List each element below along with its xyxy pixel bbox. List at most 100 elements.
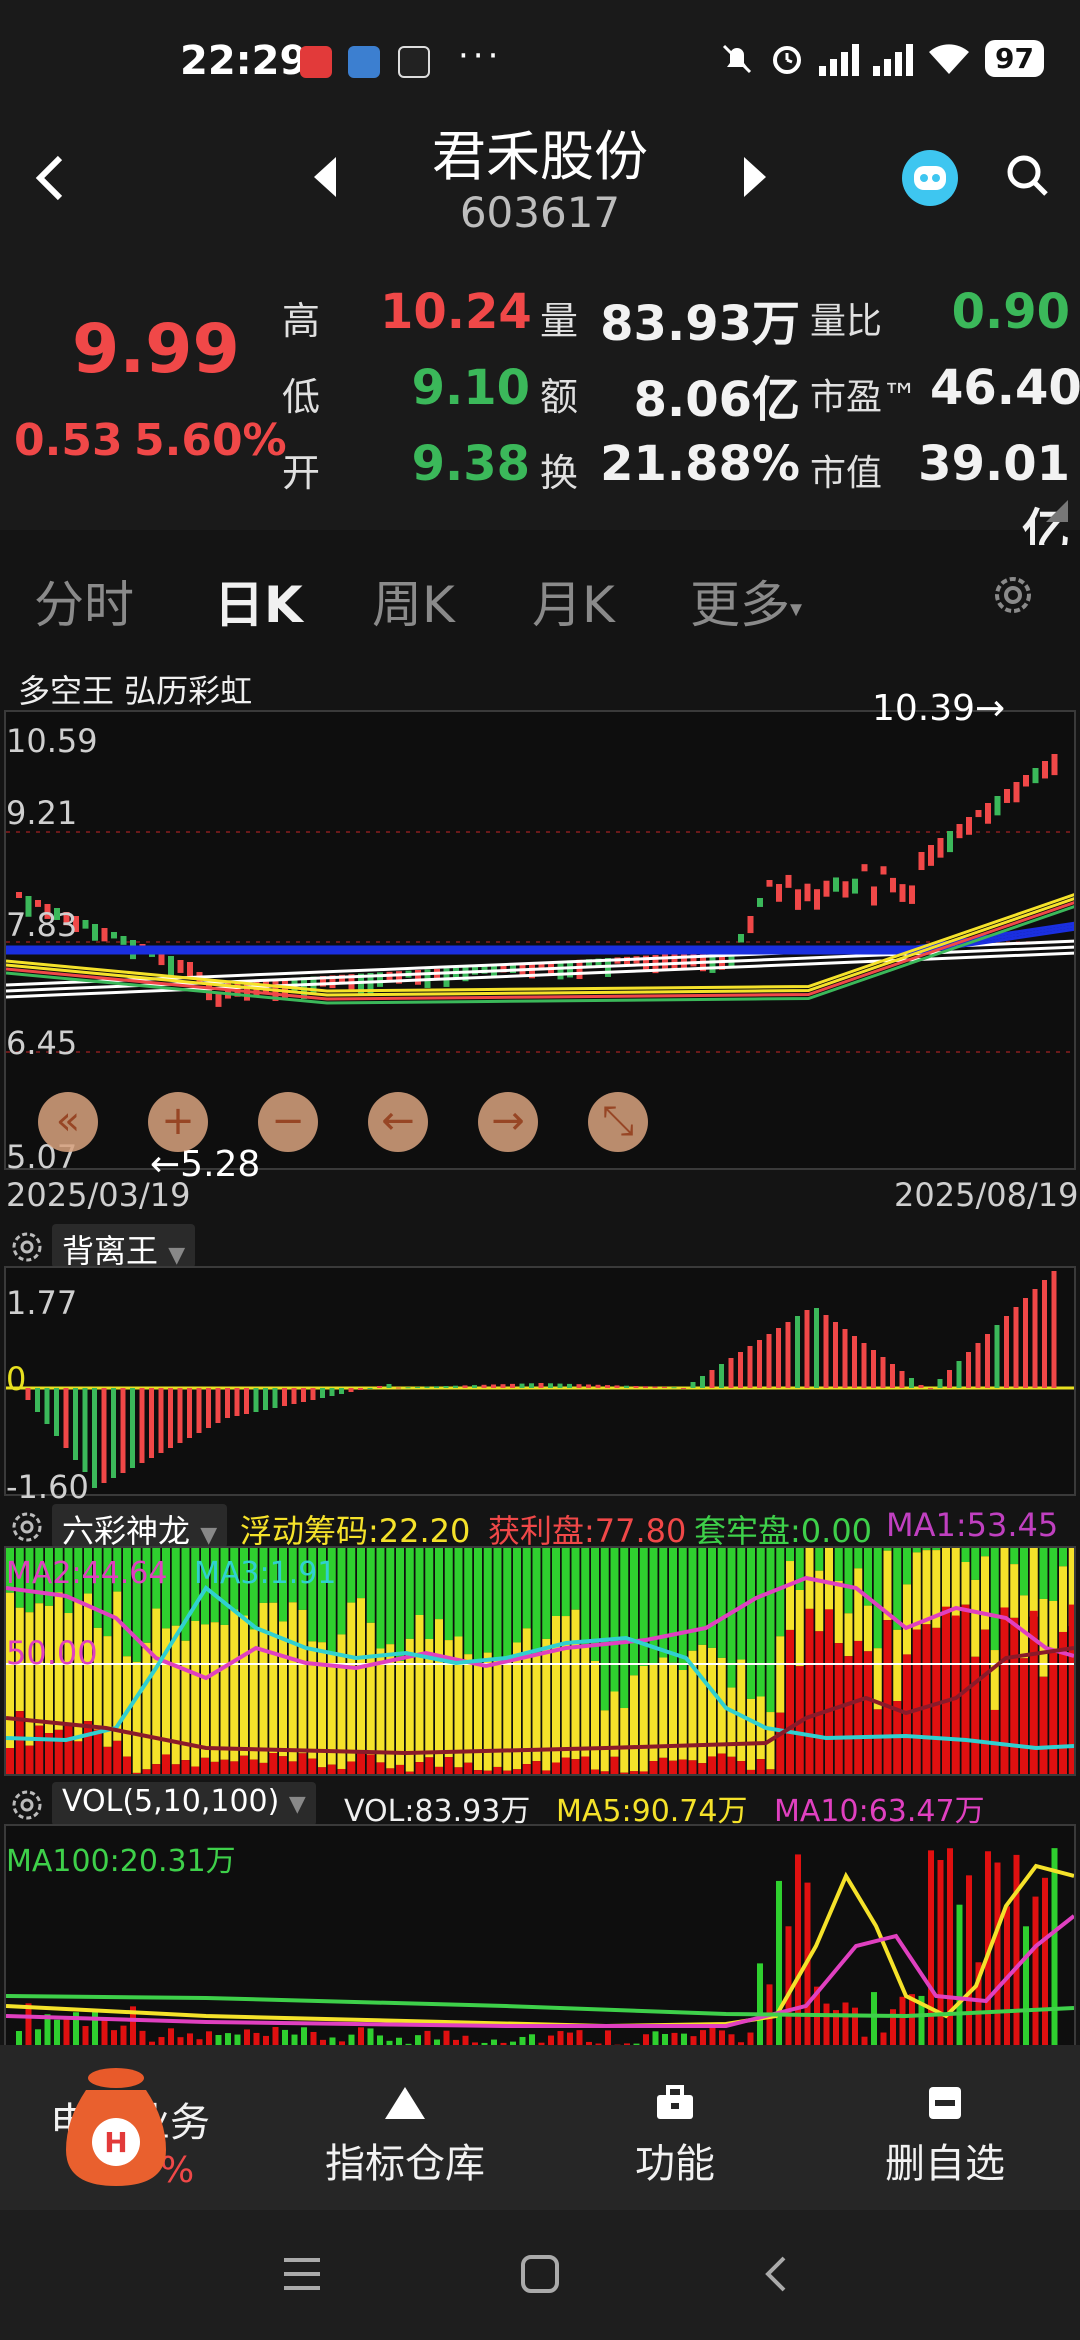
chip-red-bar: [376, 1762, 385, 1774]
chip-yellow-bar: [327, 1652, 336, 1765]
chip-red-bar: [425, 1757, 434, 1774]
remove-watchlist-button[interactable]: 删自选: [870, 2085, 1020, 2189]
scroll-far-left-button[interactable]: «: [38, 1092, 98, 1152]
alarm-icon: [773, 45, 802, 74]
expand-corner-icon[interactable]: [1046, 500, 1068, 522]
divergence-bar: [890, 1364, 895, 1388]
candle: [994, 796, 1001, 816]
last-price: 9.99: [72, 310, 240, 389]
red-envelope-bag-icon[interactable]: H: [56, 2060, 176, 2190]
chip-green-bar: [756, 1548, 765, 1697]
market-cap-label: 市值: [810, 453, 883, 494]
divergence-bar: [804, 1310, 810, 1388]
divergence-bar: [272, 1388, 278, 1408]
candle: [92, 924, 98, 941]
indicator-selector-dragon[interactable]: 六彩神龙 ▼: [52, 1504, 228, 1550]
y-tick: 0: [6, 1360, 27, 1398]
divergence-bar: [928, 1388, 933, 1389]
chip-green-bar: [727, 1548, 736, 1688]
divergence-bar: [738, 1352, 743, 1388]
candle: [975, 810, 982, 818]
chip-yellow-bar: [366, 1622, 375, 1755]
tab-more[interactable]: 更多▾: [690, 565, 802, 637]
tab-intraday[interactable]: 分时: [34, 565, 134, 637]
divergence-bar: [614, 1385, 620, 1388]
tab-monthly-k[interactable]: 月K: [532, 565, 615, 637]
chip-green-bar: [922, 1548, 931, 1551]
chip-yellow-bar: [893, 1629, 902, 1702]
fullscreen-button[interactable]: ⤡: [588, 1092, 648, 1152]
chip-green-bar: [396, 1548, 404, 1661]
zoom-out-button[interactable]: −: [258, 1092, 318, 1152]
chip-green-bar: [854, 1548, 863, 1569]
nav-back-icon[interactable]: [762, 2254, 790, 2294]
chip-yellow-bar: [503, 1659, 512, 1771]
chip-yellow-bar: [259, 1602, 268, 1763]
divergence-chart[interactable]: [4, 1266, 1076, 1496]
divergence-bar: [424, 1386, 430, 1388]
chip-red-bar: [405, 1771, 414, 1774]
main-indicator-name[interactable]: 多空王 弘历彩虹: [18, 666, 252, 712]
chip-green-bar: [669, 1548, 677, 1663]
menu-icon[interactable]: [282, 2256, 322, 2292]
indicator-selector-volume[interactable]: VOL(5,10,100) ▼: [52, 1782, 316, 1826]
tab-weekly-k[interactable]: 周K: [372, 565, 455, 637]
indicator-settings-icon[interactable]: [8, 1786, 46, 1824]
divergence-bar: [54, 1388, 59, 1436]
chip-green-bar: [815, 1548, 824, 1571]
assistant-robot-icon[interactable]: [900, 148, 960, 208]
zoom-in-button[interactable]: +: [148, 1092, 208, 1152]
indicator-library-button[interactable]: 指标仓库: [310, 2085, 500, 2189]
chip-green-bar: [971, 1548, 980, 1580]
chip-red-bar: [1039, 1676, 1048, 1774]
divergence-bar: [120, 1388, 126, 1473]
divergence-bar: [386, 1384, 392, 1388]
chip-red-bar: [688, 1760, 697, 1774]
chip-red-bar: [591, 1769, 599, 1774]
indicator-settings-icon[interactable]: [8, 1228, 46, 1266]
home-icon[interactable]: [520, 2254, 560, 2294]
chip-red-bar: [347, 1761, 356, 1774]
chip-yellow-bar: [1059, 1566, 1067, 1632]
status-bar: 22:29 ··· 97: [0, 0, 1080, 120]
wifi-icon: [929, 43, 970, 74]
chip-yellow-bar: [230, 1609, 239, 1762]
notification-app-icon: [300, 46, 332, 78]
chip-red-bar: [415, 1762, 424, 1774]
scroll-right-button[interactable]: →: [478, 1092, 538, 1152]
chip-green-bar: [405, 1548, 414, 1639]
turnover-label: 换: [540, 451, 579, 495]
divergence-bar: [139, 1388, 145, 1463]
scroll-left-button[interactable]: ←: [368, 1092, 428, 1152]
chip-red-bar: [1010, 1617, 1019, 1774]
notification-app-icon: [348, 46, 380, 78]
chip-green-bar: [883, 1548, 892, 1551]
chip-red-bar: [103, 1746, 112, 1774]
remove-watchlist-label: 删自选: [885, 2141, 1005, 2187]
chip-green-bar: [844, 1548, 853, 1614]
status-icons: 97: [719, 40, 1044, 77]
divergence-bar: [206, 1388, 211, 1428]
chip-green-bar: [630, 1548, 638, 1676]
search-icon[interactable]: [1004, 152, 1052, 200]
chip-red-bar: [1068, 1604, 1074, 1774]
functions-button[interactable]: 功能: [600, 2085, 750, 2189]
candle: [1051, 754, 1058, 776]
chip-yellow-bar: [298, 1609, 307, 1754]
chip-yellow-bar: [435, 1619, 443, 1767]
chip-green-bar: [834, 1548, 843, 1581]
functions-label: 功能: [635, 2141, 715, 2187]
indicator-selector-divergence[interactable]: 背离王 ▼: [52, 1224, 196, 1270]
chip-green-bar: [776, 1548, 785, 1637]
next-stock-icon[interactable]: [740, 155, 770, 199]
divergence-bar: [529, 1383, 534, 1388]
chip-yellow-bar: [639, 1665, 648, 1772]
tab-daily-k[interactable]: 日K: [214, 565, 303, 637]
minus-box-icon: [929, 2087, 961, 2119]
chip-green-bar: [493, 1548, 502, 1661]
indicator-settings-icon[interactable]: [8, 1508, 46, 1546]
candle: [101, 928, 108, 942]
chip-yellow-bar: [727, 1687, 736, 1757]
settings-gear-icon[interactable]: [990, 572, 1036, 618]
candle: [168, 956, 174, 977]
